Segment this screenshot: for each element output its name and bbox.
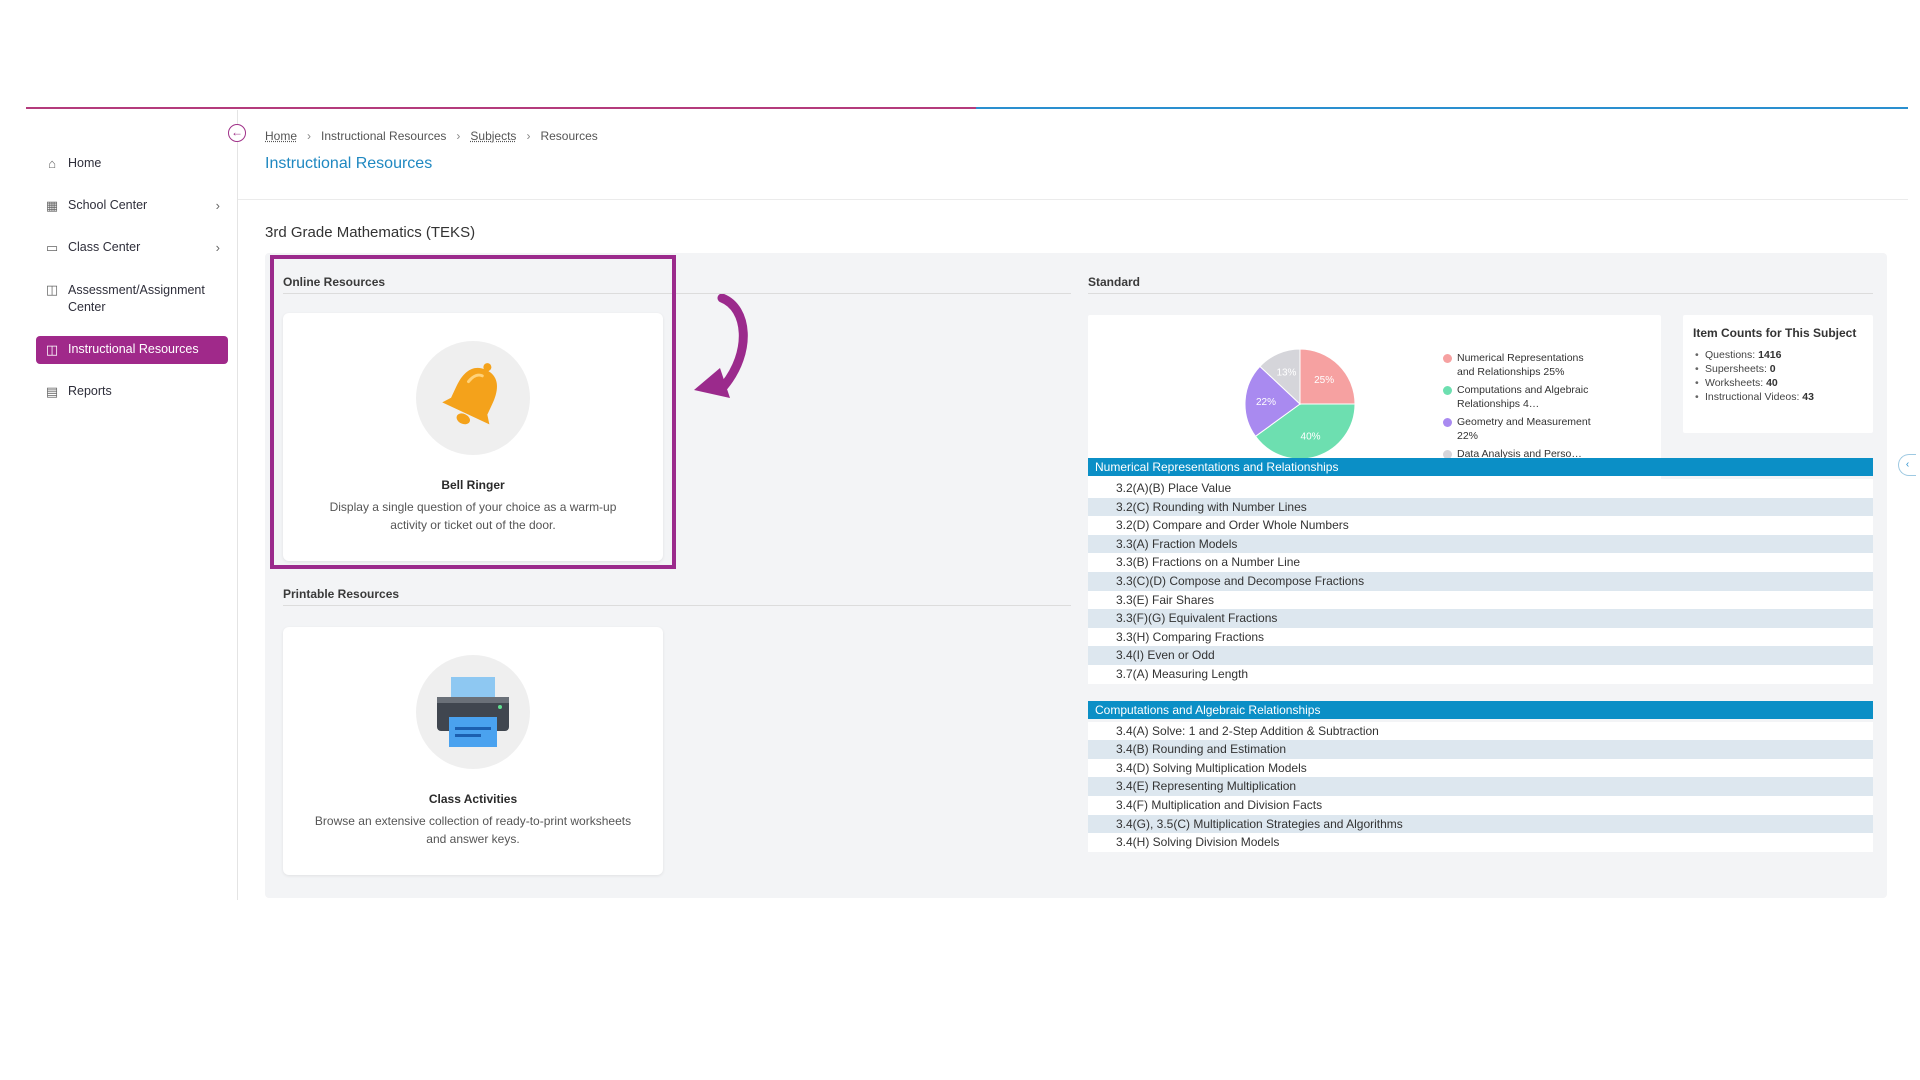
standard-row[interactable]: 3.3(E) Fair Shares [1088,590,1873,610]
standard-row[interactable]: 3.3(C)(D) Compose and Decompose Fraction… [1088,572,1873,591]
standard-heading: Standard [1088,275,1141,289]
item-count-label: Instructional Videos: [1705,391,1800,403]
printer-icon-circle [416,655,530,769]
breadcrumb-subjects[interactable]: Subjects [470,129,516,143]
item-count-label: Worksheets: [1705,377,1764,389]
pie-slice-label: 13% [1276,368,1296,379]
pie-slice-label: 22% [1256,397,1276,408]
app-frame: ← ⌂ Home ▦ School Center › ▭ Class Cente… [0,0,1920,1080]
chevron-right-icon: › [215,240,220,255]
breadcrumb-resources: Resources [540,129,598,143]
printable-resources-heading: Printable Resources [283,587,400,601]
standard-row[interactable]: 3.2(C) Rounding with Number Lines [1088,497,1873,517]
header-divider [238,199,1908,200]
item-count: Questions: 1416 [1693,348,1863,362]
sidebar-item-assessment-center[interactable]: ◫ Assessment/Assignment Center [36,276,228,322]
item-counts-list: Questions: 1416 Supersheets: 0 Worksheet… [1693,348,1863,404]
section-divider [283,605,1071,606]
breadcrumb-separator-icon: › [456,129,461,143]
item-counts-title: Item Counts for This Subject [1693,326,1857,340]
sidebar-item-label: Assessment/Assignment Center [68,283,205,314]
sidebar-item-reports[interactable]: ▤ Reports [36,378,228,406]
item-counts-box: Item Counts for This Subject Questions: … [1683,315,1873,433]
standard-row[interactable]: 3.4(H) Solving Division Models [1088,833,1873,852]
highlight-box [270,255,676,569]
legend-item: Geometry and Measurement 22% [1443,415,1593,443]
report-icon: ▤ [45,384,59,399]
printer-icon [437,677,509,747]
card-description: Browse an extensive collection of ready-… [314,814,632,846]
legend-item: Numerical Representations and Relationsh… [1443,351,1593,379]
item-count: Worksheets: 40 [1693,376,1863,390]
standard-row[interactable]: 3.4(B) Rounding and Estimation [1088,740,1873,759]
sidebar-item-instructional-resources[interactable]: ◫ Instructional Resources [36,336,228,364]
standard-row[interactable]: 3.4(I) Even or Odd [1088,646,1873,665]
standard-row[interactable]: 3.7(A) Measuring Length [1088,665,1873,684]
chart-legend: Numerical Representations and Relationsh… [1443,351,1593,465]
item-count-value: 1416 [1758,349,1782,361]
breadcrumb-instructional-resources[interactable]: Instructional Resources [321,129,446,143]
standard-row[interactable]: 3.4(E) Representing Multiplication [1088,777,1873,796]
book-icon: ◫ [45,282,59,297]
building-icon: ▦ [45,198,59,213]
standard-group-header[interactable]: Numerical Representations and Relationsh… [1088,458,1873,476]
pointer-arrow-icon [694,294,748,398]
item-count: Instructional Videos: 43 [1693,390,1863,404]
standard-row[interactable]: 3.4(D) Solving Multiplication Models [1088,758,1873,778]
pie-slice-label: 25% [1314,375,1334,386]
item-count: Supersheets: 0 [1693,362,1863,376]
legend-swatch [1443,386,1452,395]
standard-row[interactable]: 3.3(H) Comparing Fractions [1088,627,1873,647]
standard-row[interactable]: 3.3(B) Fractions on a Number Line [1088,553,1873,572]
breadcrumb-home[interactable]: Home [265,129,297,143]
breadcrumb-separator-icon: › [526,129,531,143]
sidebar-item-label: Class Center [68,240,141,254]
breadcrumb-separator-icon: › [307,129,312,143]
sidebar-item-school-center[interactable]: ▦ School Center › [36,192,228,220]
breadcrumb: Home › Instructional Resources › Subject… [265,129,598,143]
sidebar-item-label: Reports [68,384,112,398]
pie-chart-svg: 25% 40% 22% 13% [1244,348,1356,460]
expand-panel-icon[interactable]: ‹ [1898,454,1916,476]
section-divider [1088,293,1873,294]
standard-row[interactable]: 3.3(F)(G) Equivalent Fractions [1088,609,1873,628]
standard-row[interactable]: 3.4(A) Solve: 1 and 2-Step Addition & Su… [1088,721,1873,741]
sidebar-item-label: School Center [68,198,148,212]
collapse-sidebar-icon[interactable]: ← [228,124,246,142]
legend-label: Computations and Algebraic Relationships… [1457,384,1589,410]
item-count-label: Supersheets: [1705,363,1767,375]
standard-row[interactable]: 3.4(F) Multiplication and Division Facts [1088,796,1873,815]
chevron-right-icon: › [215,198,220,213]
standard-row[interactable]: 3.3(A) Fraction Models [1088,534,1873,554]
legend-label: Geometry and Measurement 22% [1457,416,1591,442]
card-title: Class Activities [428,792,518,806]
sidebar-item-label: Home [68,156,102,170]
item-count-label: Questions: [1705,349,1756,361]
standard-row[interactable]: 3.2(D) Compare and Order Whole Numbers [1088,516,1873,535]
open-book-icon: ◫ [45,342,59,357]
home-icon: ⌂ [48,156,56,171]
sidebar-nav: ⌂ Home ▦ School Center › ▭ Class Center … [36,150,228,420]
item-count-value: 0 [1769,363,1776,375]
monitor-icon: ▭ [45,240,59,255]
legend-swatch [1443,354,1452,363]
legend-label: Numerical Representations and Relationsh… [1457,352,1584,378]
sidebar-item-label: Instructional Resources [68,342,199,356]
sidebar: ← ⌂ Home ▦ School Center › ▭ Class Cente… [26,110,246,900]
subject-title: 3rd Grade Mathematics (TEKS) [265,224,476,241]
standard-row[interactable]: 3.2(A)(B) Place Value [1088,479,1873,498]
sidebar-item-home[interactable]: ⌂ Home [36,150,228,178]
sidebar-item-class-center[interactable]: ▭ Class Center › [36,234,228,262]
legend-item: Computations and Algebraic Relationships… [1443,383,1593,411]
item-count-value: 40 [1766,377,1778,389]
class-activities-card[interactable]: Class Activities Browse an extensive col… [283,627,663,875]
legend-swatch [1443,418,1452,427]
page-title: Instructional Resources [265,155,433,172]
pie-slice-label: 40% [1301,431,1321,442]
item-count-value: 43 [1802,391,1814,403]
standard-row[interactable]: 3.4(G), 3.5(C) Multiplication Strategies… [1088,814,1873,834]
top-accent-line [26,107,1908,109]
standard-group-header[interactable]: Computations and Algebraic Relationships [1088,700,1873,719]
